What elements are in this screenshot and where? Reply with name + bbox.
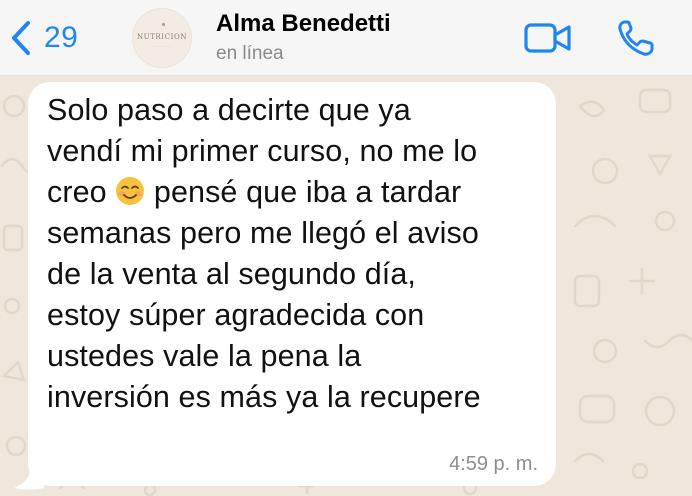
message-line-with-emoji: creo pensé que iba a tardar	[47, 172, 536, 213]
message-line: de la venta al segundo día,	[47, 257, 416, 291]
message-line: estoy súper agradecida con	[47, 298, 425, 332]
message-fragment: creo	[47, 175, 107, 209]
message-line: ustedes vale la pena la	[47, 339, 362, 373]
avatar-ornament	[162, 23, 165, 26]
smiling-emoji-icon	[115, 176, 145, 217]
phone-icon	[618, 20, 654, 56]
message-line: vendí mi primer curso, no me lo	[47, 134, 478, 168]
unread-count: 29	[44, 21, 79, 54]
avatar-brand-text: NUTRICION	[136, 33, 188, 41]
back-button[interactable]: 29	[10, 16, 78, 60]
avatar[interactable]: NUTRICION ·····················	[132, 8, 192, 68]
video-camera-icon	[524, 23, 571, 53]
avatar-subtext: ·····················	[151, 44, 173, 48]
video-call-button[interactable]	[523, 22, 573, 54]
chevron-left-icon	[12, 21, 30, 55]
message-text: Solo paso a decirte que ya vendí mi prim…	[47, 90, 536, 418]
contact-status: en línea	[216, 43, 284, 64]
message-line: inversión es más ya la recupere	[47, 380, 481, 414]
message-line: Solo paso a decirte que ya	[47, 93, 411, 127]
message-line: semanas pero me llegó el aviso	[47, 216, 479, 250]
chat-header: 29 NUTRICION ····················· Alma …	[0, 0, 692, 76]
message-timestamp: 4:59 p. m.	[449, 453, 538, 475]
message-bubble[interactable]: Solo paso a decirte que ya vendí mi prim…	[28, 82, 556, 486]
voice-call-button[interactable]	[616, 19, 656, 57]
contact-name[interactable]: Alma Benedetti	[216, 10, 391, 38]
message-fragment: pensé que iba a tardar	[153, 175, 462, 209]
